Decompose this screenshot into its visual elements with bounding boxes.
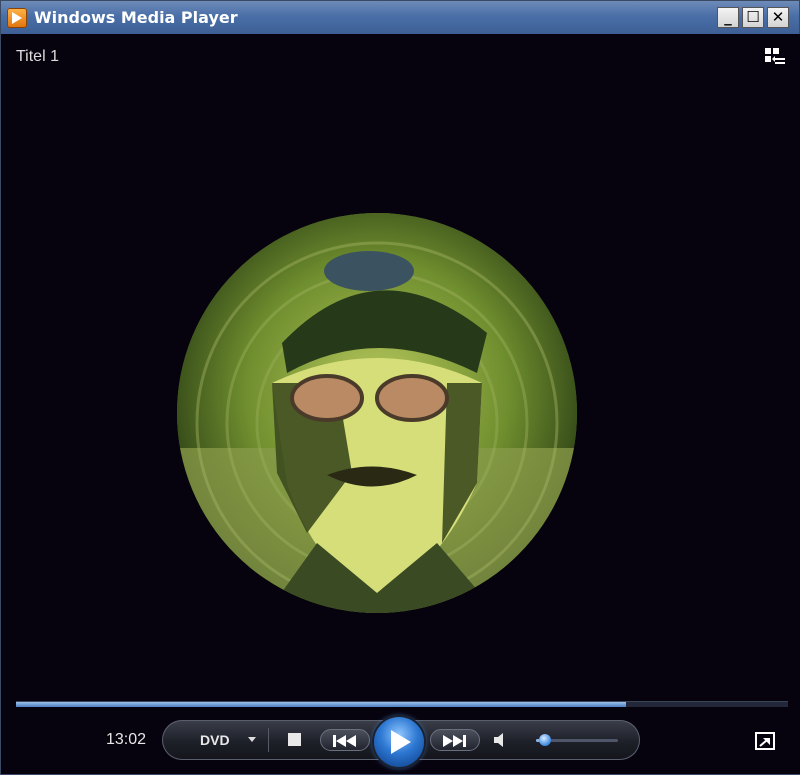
maximize-button[interactable]: ☐ (742, 7, 764, 28)
fullscreen-icon[interactable] (755, 732, 775, 750)
stop-icon[interactable] (288, 733, 301, 746)
playback-controls: DVD (162, 717, 640, 767)
speaker-icon[interactable] (494, 732, 508, 748)
play-icon (391, 730, 411, 754)
media-player-icon (7, 8, 27, 28)
video-area[interactable]: Titel 1 13:02 DVD (2, 34, 800, 774)
play-button[interactable] (374, 717, 424, 767)
minimize-button[interactable]: _ (717, 7, 739, 28)
previous-icon (333, 735, 356, 747)
seek-bar[interactable] (16, 701, 788, 707)
media-player-window: Windows Media Player _ ☐ ✕ Titel 1 13:02… (0, 0, 800, 775)
divider (268, 728, 269, 752)
close-button[interactable]: ✕ (767, 7, 789, 28)
track-title: Titel 1 (16, 48, 59, 65)
next-icon (443, 735, 466, 747)
volume-knob[interactable] (539, 734, 552, 746)
video-frame (177, 213, 577, 613)
previous-button[interactable] (320, 729, 370, 751)
next-button[interactable] (430, 729, 480, 751)
dvd-menu-button[interactable]: DVD (200, 732, 230, 748)
seek-bar-progress (16, 702, 626, 707)
switch-to-library-icon[interactable] (763, 46, 787, 66)
title-bar[interactable]: Windows Media Player _ ☐ ✕ (1, 1, 799, 34)
chevron-down-icon[interactable] (248, 737, 256, 742)
window-title: Windows Media Player (34, 8, 238, 27)
elapsed-time: 13:02 (106, 731, 147, 748)
